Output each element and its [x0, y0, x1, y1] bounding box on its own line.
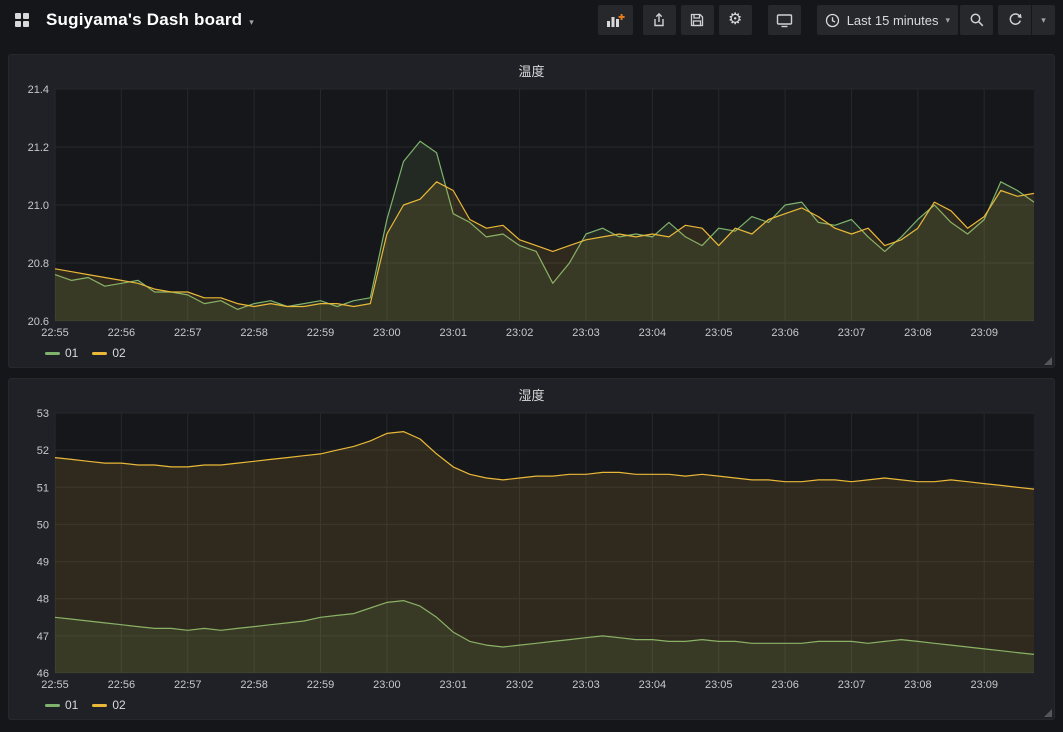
dashboard-title: Sugiyama's Dash board [46, 10, 242, 30]
svg-text:22:55: 22:55 [41, 679, 69, 691]
legend-label: 02 [112, 346, 125, 360]
refresh-button[interactable] [998, 5, 1031, 35]
chevron-down-icon: ▾ [945, 15, 950, 26]
svg-text:23:07: 23:07 [838, 327, 866, 339]
chevron-down-icon: ▾ [249, 13, 254, 28]
svg-text:23:08: 23:08 [904, 327, 932, 339]
svg-text:23:05: 23:05 [705, 679, 733, 691]
tv-monitor-icon [776, 12, 793, 28]
svg-text:22:56: 22:56 [108, 679, 136, 691]
add-panel-button[interactable] [598, 5, 633, 35]
panel-title-humidity[interactable]: 湿度 [17, 381, 1046, 407]
svg-text:20.8: 20.8 [28, 258, 49, 270]
legend-item-series-01[interactable]: 01 [45, 698, 78, 712]
panel-temperature: 温度 20.620.821.021.221.422:5522:5622:5722… [8, 54, 1055, 368]
svg-text:21.4: 21.4 [28, 84, 49, 96]
legend-temperature: 01 02 [17, 341, 1046, 365]
svg-text:53: 53 [37, 408, 49, 420]
share-icon [651, 12, 667, 28]
svg-text:50: 50 [37, 519, 49, 531]
legend-item-series-01[interactable]: 01 [45, 346, 78, 360]
navbar-actions: ⚙ Last 15 minutes ▾ [593, 5, 1055, 35]
svg-text:22:59: 22:59 [307, 327, 335, 339]
svg-text:22:57: 22:57 [174, 327, 202, 339]
svg-text:22:58: 22:58 [240, 327, 268, 339]
svg-text:23:07: 23:07 [838, 679, 866, 691]
svg-text:23:00: 23:00 [373, 327, 401, 339]
dashboards-menu-button[interactable] [8, 6, 36, 34]
svg-text:23:08: 23:08 [904, 679, 932, 691]
dashboard-grid: 温度 20.620.821.021.221.422:5522:5622:5722… [0, 40, 1063, 728]
svg-text:23:04: 23:04 [639, 679, 667, 691]
share-button[interactable] [643, 5, 676, 35]
svg-text:23:06: 23:06 [771, 327, 799, 339]
save-icon [689, 12, 705, 28]
panel-humidity: 湿度 464748495051525322:5522:5622:5722:582… [8, 378, 1055, 720]
svg-text:23:09: 23:09 [970, 679, 998, 691]
svg-text:47: 47 [37, 631, 49, 643]
save-button[interactable] [681, 5, 714, 35]
svg-text:22:56: 22:56 [108, 327, 136, 339]
navbar-left: Sugiyama's Dash board ▾ [8, 6, 254, 34]
navbar: Sugiyama's Dash board ▾ [0, 0, 1063, 40]
svg-text:21.0: 21.0 [28, 200, 49, 212]
refresh-button-group: ▾ [998, 5, 1055, 35]
add-panel-icon [606, 13, 625, 28]
panel-title-temperature[interactable]: 温度 [17, 57, 1046, 83]
panel-resize-handle[interactable] [1044, 357, 1052, 365]
svg-text:49: 49 [37, 557, 49, 569]
svg-text:23:03: 23:03 [572, 327, 600, 339]
time-range-picker[interactable]: Last 15 minutes ▾ [817, 5, 958, 35]
legend-label: 01 [65, 698, 78, 712]
svg-text:23:00: 23:00 [373, 679, 401, 691]
legend-item-series-02[interactable]: 02 [92, 698, 125, 712]
humidity-chart[interactable]: 464748495051525322:5522:5622:5722:5822:5… [17, 407, 1046, 693]
svg-text:23:04: 23:04 [639, 327, 667, 339]
svg-text:23:05: 23:05 [705, 327, 733, 339]
svg-text:52: 52 [37, 445, 49, 457]
svg-text:21.2: 21.2 [28, 142, 49, 154]
refresh-interval-dropdown[interactable]: ▾ [1031, 5, 1055, 35]
time-range-label: Last 15 minutes [847, 13, 939, 28]
dashboard-title-dropdown[interactable]: Sugiyama's Dash board ▾ [46, 10, 254, 30]
svg-text:23:06: 23:06 [771, 679, 799, 691]
clock-icon [825, 13, 840, 28]
svg-text:48: 48 [37, 594, 49, 606]
gear-icon: ⚙ [728, 12, 742, 28]
zoom-out-button[interactable] [960, 5, 993, 35]
refresh-icon [1007, 12, 1023, 28]
svg-text:23:01: 23:01 [439, 327, 467, 339]
svg-text:23:02: 23:02 [506, 679, 534, 691]
apps-grid-icon [15, 13, 29, 27]
svg-text:22:59: 22:59 [307, 679, 335, 691]
series-color-swatch [92, 352, 107, 355]
series-color-swatch [45, 352, 60, 355]
tv-mode-button[interactable] [768, 5, 801, 35]
series-color-swatch [92, 704, 107, 707]
chevron-down-icon: ▾ [1041, 15, 1046, 26]
legend-label: 02 [112, 698, 125, 712]
magnifier-icon [969, 12, 985, 28]
series-color-swatch [45, 704, 60, 707]
svg-text:22:57: 22:57 [174, 679, 202, 691]
grafana-app: Sugiyama's Dash board ▾ [0, 0, 1063, 728]
svg-text:23:09: 23:09 [970, 327, 998, 339]
panel-resize-handle[interactable] [1044, 709, 1052, 717]
temperature-chart[interactable]: 20.620.821.021.221.422:5522:5622:5722:58… [17, 83, 1046, 341]
svg-text:23:02: 23:02 [506, 327, 534, 339]
legend-label: 01 [65, 346, 78, 360]
legend-humidity: 01 02 [17, 693, 1046, 717]
svg-text:51: 51 [37, 482, 49, 494]
settings-button[interactable]: ⚙ [719, 5, 752, 35]
svg-text:22:55: 22:55 [41, 327, 69, 339]
svg-text:22:58: 22:58 [240, 679, 268, 691]
svg-text:23:03: 23:03 [572, 679, 600, 691]
legend-item-series-02[interactable]: 02 [92, 346, 125, 360]
svg-text:23:01: 23:01 [439, 679, 467, 691]
